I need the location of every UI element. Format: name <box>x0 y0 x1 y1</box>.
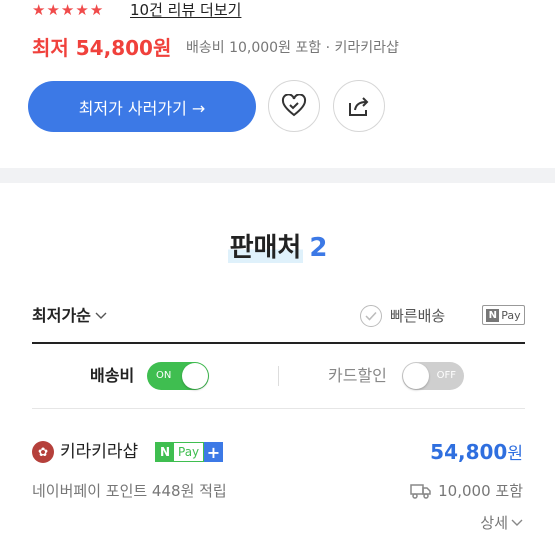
section-divider <box>0 168 555 183</box>
toggle-state-text: OFF <box>436 370 456 381</box>
toggle-knob <box>403 363 429 389</box>
seller-shipping-fee: 10,000 포함 <box>410 480 523 502</box>
card-discount-toggle-label: 카드할인 <box>328 366 387 385</box>
npay-badge-text: Pay <box>178 445 200 459</box>
card-discount-toggle[interactable]: OFF <box>402 362 464 390</box>
npay-filter[interactable]: N Pay <box>482 305 525 325</box>
wishlist-button[interactable] <box>268 80 320 132</box>
star-icon: ★ <box>75 1 89 19</box>
rating-stars: ★ ★ ★ ★ ★ <box>32 0 103 20</box>
check-circle-icon <box>360 305 382 327</box>
toggle-state-text: ON <box>156 370 172 381</box>
shipping-fee-text: 10,000 포함 <box>438 482 523 500</box>
buy-lowest-price-label: 최저가 사러가기 → <box>78 98 206 118</box>
shipping-fee-toggle[interactable]: ON <box>147 362 209 390</box>
seller-price-value: 54,800 <box>430 440 508 464</box>
list-divider <box>32 408 525 409</box>
chevron-down-icon <box>95 312 107 319</box>
npay-n-logo: N <box>156 443 174 461</box>
chevron-down-icon <box>511 519 523 526</box>
npay-n-logo: N <box>486 308 500 322</box>
shipping-fee-toggle-label: 배송비 <box>90 366 135 385</box>
npay-badge: N Pay <box>155 442 205 462</box>
star-icon: ★ <box>60 1 75 19</box>
detail-label: 상세 <box>480 514 508 532</box>
heart-outline-icon <box>281 94 307 117</box>
fast-shipping-label: 빠른배송 <box>390 307 446 325</box>
toggle-knob <box>182 363 208 389</box>
star-icon: ★ <box>89 1 104 19</box>
seller-price-unit: 원 <box>507 444 523 464</box>
share-button[interactable] <box>333 80 385 132</box>
price-shipping-seller-info: 배송비 10,000원 포함 · 키라키라샵 <box>186 40 399 56</box>
npay-points-info: 네이버페이 포인트 448원 적립 <box>32 482 227 500</box>
share-icon <box>349 97 369 116</box>
seller-name-link[interactable]: 키라키라샵 <box>60 440 138 464</box>
plus-badge: + <box>204 442 223 462</box>
truck-icon <box>410 484 431 499</box>
lowest-price: 최저 54,800원 <box>32 36 172 60</box>
fast-shipping-filter[interactable]: 빠른배송 <box>360 304 445 328</box>
star-icon: ★ <box>32 1 46 19</box>
vertical-divider <box>278 366 279 386</box>
buy-lowest-price-button[interactable]: 최저가 사러가기 → <box>28 81 256 132</box>
reviews-more-link[interactable]: 10건 리뷰 더보기 <box>130 0 241 20</box>
npay-filter-text: Pay <box>501 308 521 322</box>
seller-detail-toggle[interactable]: 상세 <box>480 512 523 534</box>
filter-divider <box>32 342 525 344</box>
star-icon: ★ <box>46 1 60 19</box>
sellers-title-text: 판매처 <box>227 233 304 263</box>
sort-dropdown[interactable]: 최저가순 <box>32 304 107 328</box>
seller-logo-icon: ✿ <box>32 441 54 463</box>
sort-label: 최저가순 <box>32 306 91 325</box>
sellers-section-title: 판매처 2 <box>0 230 555 266</box>
sellers-count: 2 <box>309 233 328 263</box>
seller-price[interactable]: 54,800원 <box>430 438 523 468</box>
